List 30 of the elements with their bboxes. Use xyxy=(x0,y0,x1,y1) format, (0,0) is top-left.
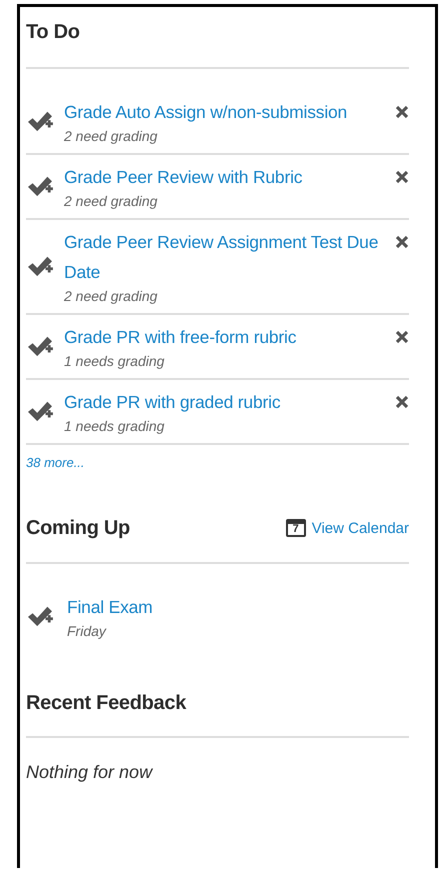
checkmark-plus-icon xyxy=(26,604,54,628)
todo-link[interactable]: Grade Peer Review Assignment Test Due Date xyxy=(64,227,391,287)
checkmark-plus-icon xyxy=(26,109,54,133)
section-heading: Recent Feedback xyxy=(26,692,188,716)
close-icon[interactable] xyxy=(395,395,409,409)
grading-count: 2 need grading xyxy=(64,192,158,210)
checkmark-plus-icon xyxy=(26,334,54,358)
close-icon[interactable] xyxy=(395,170,409,184)
close-icon[interactable] xyxy=(395,105,409,119)
section-heading: Coming Up xyxy=(26,516,130,540)
calendar-icon: 7 xyxy=(286,519,306,537)
checkmark-plus-icon xyxy=(26,174,54,198)
close-icon[interactable] xyxy=(395,330,409,344)
grading-count: 2 need grading xyxy=(64,287,158,305)
checkmark-plus-icon xyxy=(26,399,54,423)
grading-count: 2 need grading xyxy=(64,127,158,145)
section-heading: To Do xyxy=(26,21,81,45)
event-link[interactable]: Final Exam xyxy=(64,592,409,622)
view-calendar-link[interactable]: 7 View Calendar xyxy=(286,519,409,537)
grading-count: 1 needs grading xyxy=(64,352,166,370)
grading-count: 1 needs grading xyxy=(64,417,166,435)
checkmark-plus-icon xyxy=(26,254,54,278)
more-link[interactable]: 38 more... xyxy=(26,455,85,470)
event-date: Friday xyxy=(66,622,108,640)
todo-link[interactable]: Grade Auto Assign w/non-submission xyxy=(64,97,391,127)
close-icon[interactable] xyxy=(395,235,409,249)
empty-message: Nothing for now xyxy=(26,762,154,783)
todo-link[interactable]: Grade PR with graded rubric xyxy=(64,387,391,417)
todo-link[interactable]: Grade Peer Review with Rubric xyxy=(64,162,391,192)
todo-link[interactable]: Grade PR with free-form rubric xyxy=(64,322,391,352)
